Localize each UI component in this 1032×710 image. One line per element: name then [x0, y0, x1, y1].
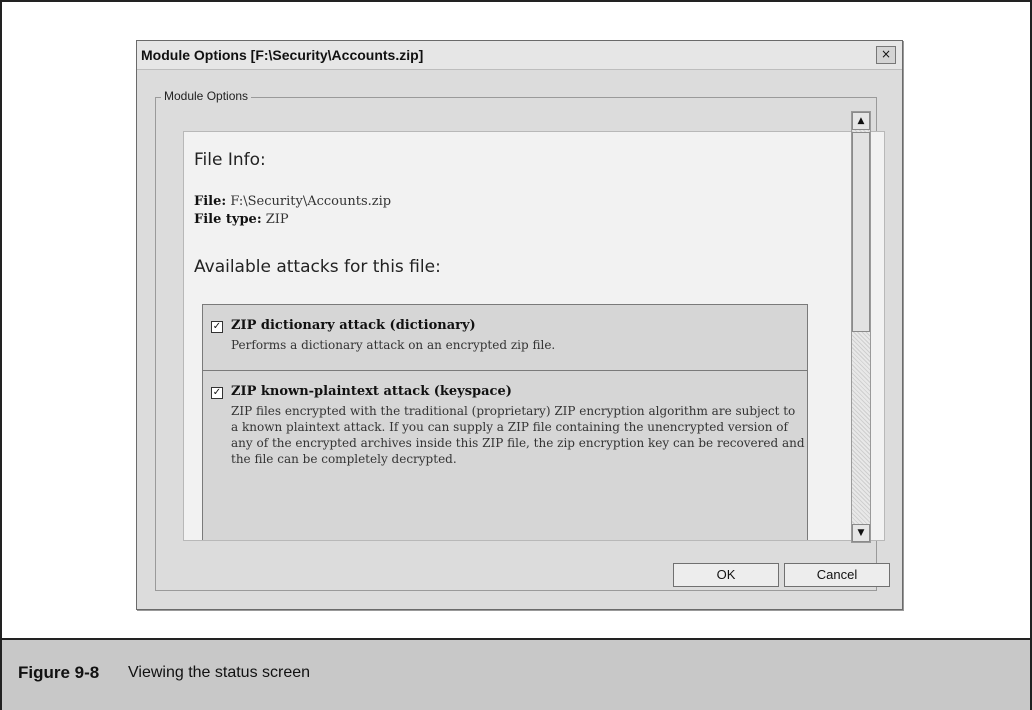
known-plaintext-attack-checkbox[interactable]: ✓	[211, 387, 223, 399]
file-path-line: File: F:\Security\Accounts.zip	[194, 194, 391, 209]
down-arrow-icon: ▼	[857, 528, 865, 538]
checkmark-icon: ✓	[212, 387, 222, 398]
file-type-value: ZIP	[265, 212, 289, 227]
vertical-scrollbar[interactable]: ▲ ▼	[851, 111, 871, 543]
available-attacks-heading: Available attacks for this file:	[194, 257, 441, 277]
scroll-down-button[interactable]: ▼	[852, 524, 870, 542]
dialog-title: Module Options [F:\Security\Accounts.zip…	[141, 47, 424, 63]
file-type-label: File type:	[194, 212, 262, 227]
dialog-titlebar[interactable]: Module Options [F:\Security\Accounts.zip…	[137, 41, 902, 70]
module-options-dialog: Module Options [F:\Security\Accounts.zip…	[136, 40, 903, 610]
groupbox-label: Module Options	[161, 89, 252, 103]
attack-item-known-plaintext[interactable]: ✓ ZIP known-plaintext attack (keyspace) …	[202, 370, 808, 540]
file-label: File:	[194, 194, 227, 209]
figure-caption: Figure 9-8 Viewing the status screen	[2, 638, 1030, 710]
ok-button[interactable]: OK	[673, 563, 779, 587]
figure-frame: Module Options [F:\Security\Accounts.zip…	[0, 0, 1032, 710]
scroll-up-button[interactable]: ▲	[852, 112, 870, 130]
attack-title: ZIP known-plaintext attack (keyspace)	[231, 384, 512, 399]
scroll-thumb[interactable]	[852, 132, 870, 332]
close-icon: ×	[880, 47, 892, 61]
checkmark-icon: ✓	[212, 321, 222, 332]
attack-title: ZIP dictionary attack (dictionary)	[231, 318, 476, 333]
attack-item-dictionary[interactable]: ✓ ZIP dictionary attack (dictionary) Per…	[202, 304, 808, 372]
cancel-button[interactable]: Cancel	[784, 563, 890, 587]
attack-description: ZIP files encrypted with the traditional…	[231, 404, 805, 466]
attack-description: Performs a dictionary attack on an encry…	[231, 338, 556, 352]
dictionary-attack-checkbox[interactable]: ✓	[211, 321, 223, 333]
close-button[interactable]: ×	[876, 46, 896, 64]
module-options-content: File Info: File: F:\Security\Accounts.zi…	[183, 131, 885, 541]
figure-caption-text: Viewing the status screen	[128, 664, 311, 681]
up-arrow-icon: ▲	[857, 116, 865, 126]
file-path-value: F:\Security\Accounts.zip	[230, 194, 392, 209]
file-info-heading: File Info:	[194, 150, 266, 170]
file-type-line: File type: ZIP	[194, 212, 289, 227]
figure-number: Figure 9-8	[18, 663, 100, 682]
